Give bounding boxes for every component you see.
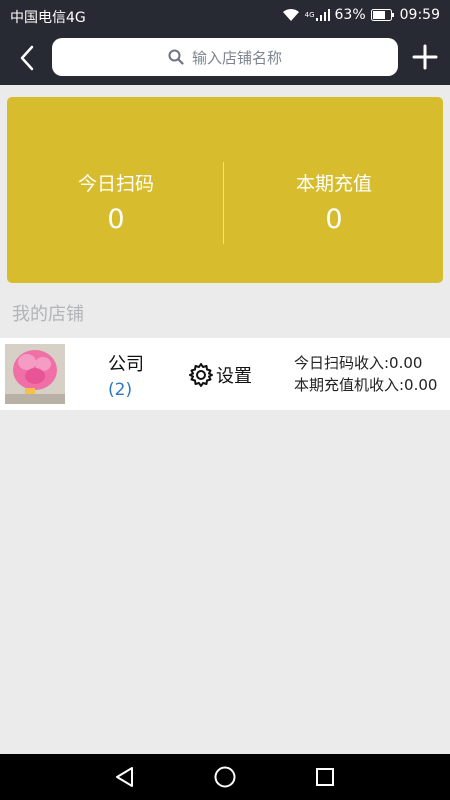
- period-recharge-block[interactable]: 本期充值 0: [225, 169, 443, 235]
- search-icon: [168, 49, 184, 65]
- chevron-left-icon: [20, 45, 34, 71]
- today-scan-income: 今日扫码收入:0.00: [294, 354, 423, 372]
- status-right: 4G 63% 09:59: [282, 7, 440, 23]
- store-list-item[interactable]: 公司 (2) 设置 今日扫码收入:0.00 本期充值机收入:0.00: [0, 338, 450, 410]
- store-thumbnail: [5, 344, 65, 404]
- today-scan-label: 今日扫码: [77, 173, 154, 195]
- period-recharge-label: 本期充值: [295, 173, 372, 195]
- store-stats: 今日扫码收入:0.00 本期充值机收入:0.00: [294, 352, 444, 396]
- search-input[interactable]: 输入店铺名称: [52, 38, 398, 76]
- period-recharge-income: 本期充值机收入:0.00: [294, 376, 438, 394]
- back-button[interactable]: [14, 43, 42, 73]
- nav-recents-button[interactable]: [313, 765, 337, 789]
- triangle-back-icon: [116, 767, 133, 787]
- today-scan-block[interactable]: 今日扫码 0: [7, 169, 225, 235]
- signal-icon: 4G: [305, 9, 330, 21]
- period-recharge-value: 0: [325, 204, 343, 235]
- nav-home-button[interactable]: [213, 765, 237, 789]
- top-bar: 输入店铺名称: [0, 32, 450, 85]
- add-store-button[interactable]: [412, 44, 438, 70]
- clock: 09:59: [399, 7, 440, 23]
- store-name: 公司: [108, 354, 144, 375]
- store-settings-button[interactable]: 设置: [188, 362, 252, 388]
- summary-divider: [223, 162, 224, 244]
- battery-icon: [370, 9, 395, 21]
- wifi-icon: [282, 8, 300, 22]
- battery-percent: 63%: [334, 7, 366, 23]
- gear-icon: [189, 363, 213, 387]
- plus-icon: [412, 44, 438, 70]
- store-count-link[interactable]: (2): [108, 380, 132, 400]
- network-badge: 4G: [304, 11, 315, 19]
- circle-home-icon: [214, 766, 236, 788]
- carrier-label: 中国电信4G: [10, 10, 86, 26]
- my-stores-title: 我的店铺: [12, 304, 84, 325]
- status-bar: 中国电信4G 4G 63% 09:59: [0, 0, 450, 32]
- square-recents-icon: [316, 768, 334, 786]
- search-placeholder: 输入店铺名称: [191, 48, 282, 67]
- summary-card: 今日扫码 0 本期充值 0: [7, 97, 443, 283]
- system-nav-bar: [0, 754, 450, 800]
- nav-back-button[interactable]: [113, 765, 137, 789]
- settings-label: 设置: [216, 366, 252, 387]
- today-scan-value: 0: [107, 204, 125, 235]
